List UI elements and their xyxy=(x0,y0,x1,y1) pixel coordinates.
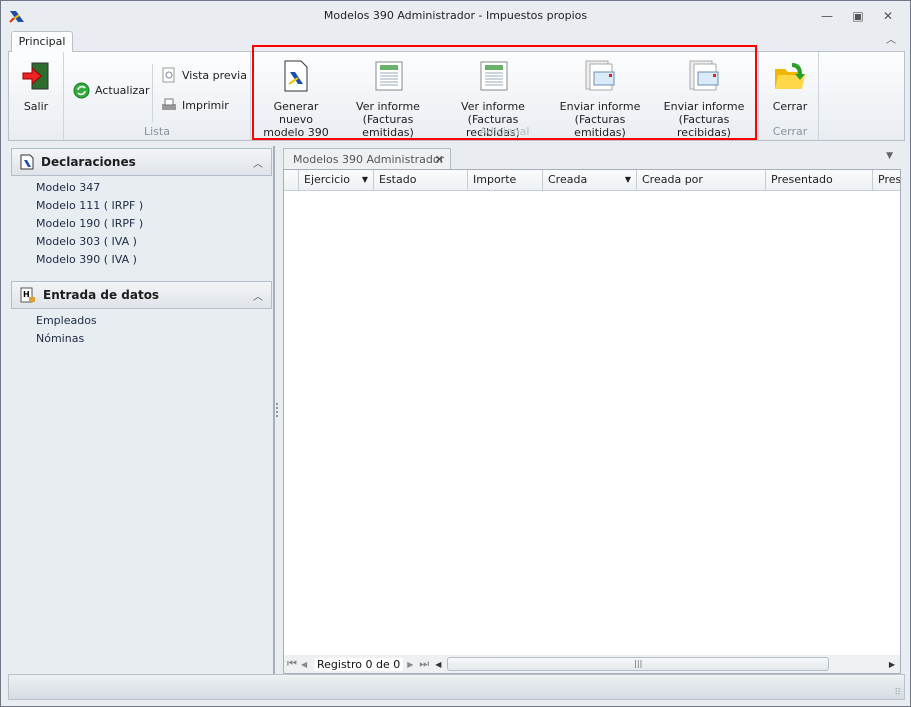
nav-item-nominas[interactable]: Nóminas xyxy=(36,332,84,345)
nav-item-modelo-190[interactable]: Modelo 190 ( IRPF ) xyxy=(36,217,143,230)
spreadsheet-icon xyxy=(477,60,509,92)
document-area: Modelos 390 Administrador ✕ ▼ Ejercicio ▼ … xyxy=(283,146,901,674)
enviar-emitidas-line1: Enviar informe xyxy=(559,100,641,113)
salir-button[interactable]: Salir xyxy=(13,58,59,113)
vista-previa-button[interactable]: Vista previa xyxy=(161,67,247,83)
chevron-up-icon[interactable]: ︿ xyxy=(253,288,263,303)
column-header-creada[interactable]: Creada ▼ xyxy=(543,170,637,190)
close-tab-icon[interactable]: ✕ xyxy=(435,149,444,170)
ver-emitidas-line1: Ver informe xyxy=(356,100,420,113)
navigation-panel: Declaraciones ︿ Modelo 347 Modelo 111 ( I… xyxy=(9,146,273,674)
tab-modelos-390[interactable]: Modelos 390 Administrador ✕ xyxy=(283,148,451,170)
minimize-button[interactable]: — xyxy=(817,7,837,25)
group-declaraciones-header[interactable]: Declaraciones ︿ xyxy=(11,148,272,176)
nav-item-empleados[interactable]: Empleados xyxy=(36,314,97,327)
scroll-left-icon[interactable]: ◀ xyxy=(435,660,447,669)
close-button[interactable]: ✕ xyxy=(878,7,898,25)
status-bar: ⠿ xyxy=(8,674,905,700)
ver-recibidas-line1: Ver informe xyxy=(461,100,525,113)
scroll-right-icon[interactable]: ▶ xyxy=(889,660,895,669)
column-header-estado[interactable]: Estado xyxy=(374,170,468,190)
horizontal-scrollbar-thumb[interactable]: ||| xyxy=(447,657,830,671)
document-logo-icon xyxy=(280,60,312,92)
nav-item-modelo-111[interactable]: Modelo 111 ( IRPF ) xyxy=(36,199,143,212)
actualizar-button[interactable]: Actualizar xyxy=(73,82,150,99)
app-logo-icon xyxy=(9,11,24,23)
last-record-icon[interactable]: ⏭ xyxy=(419,657,435,671)
record-counter: Registro 0 de 0 xyxy=(314,657,404,671)
preview-icon xyxy=(162,67,175,83)
imprimir-button[interactable]: Imprimir xyxy=(161,97,229,113)
exit-door-icon xyxy=(20,60,52,92)
spreadsheet-icon xyxy=(372,60,404,92)
nav-item-modelo-303[interactable]: Modelo 303 ( IVA ) xyxy=(36,235,137,248)
sort-dropdown-icon[interactable]: ▼ xyxy=(625,170,631,190)
column-header-ejercicio[interactable]: Ejercicio ▼ xyxy=(299,170,374,190)
prev-record-icon[interactable]: ◀ xyxy=(301,660,314,669)
cerrar-label: Cerrar xyxy=(772,100,808,113)
divider xyxy=(152,64,153,122)
tab-label: Modelos 390 Administrador xyxy=(293,153,445,166)
printer-icon xyxy=(162,98,176,110)
splitter[interactable] xyxy=(273,146,275,674)
group-salir: Salir xyxy=(9,52,64,140)
group-adicional: Generar nuevo modelo 390 Ver informe (Fact… xyxy=(251,52,759,140)
tab-principal[interactable]: Principal xyxy=(11,31,73,52)
actualizar-label: Actualizar xyxy=(95,84,150,97)
send-mail-icon xyxy=(688,60,720,92)
column-header-presentado[interactable]: Presentado xyxy=(766,170,873,190)
first-record-icon[interactable]: ⏮ xyxy=(287,657,301,671)
nav-item-modelo-390[interactable]: Modelo 390 ( IVA ) xyxy=(36,253,137,266)
salir-label: Salir xyxy=(23,100,49,113)
lista-group-label: Lista xyxy=(144,125,170,138)
chevron-up-icon[interactable]: ︿ xyxy=(253,155,263,170)
col-label: Creada xyxy=(548,173,588,186)
document-logo-icon xyxy=(20,154,34,170)
group-lista: Actualizar Vista previa Imprimir Lista xyxy=(64,52,251,140)
group-title: Entrada de datos xyxy=(43,288,160,302)
data-entry-icon: H xyxy=(20,287,35,303)
row-indicator-header xyxy=(284,170,299,190)
cerrar-group-label: Cerrar xyxy=(772,125,808,138)
ribbon: Salir Actualizar Vista previa Imprimir L… xyxy=(8,51,905,141)
grid-navigator: ⏮ ◀ Registro 0 de 0 ▶ ⏭ ◀ ||| ▶ xyxy=(284,655,900,673)
group-title: Declaraciones xyxy=(41,155,136,169)
svg-text:H: H xyxy=(23,290,30,299)
window-title: Modelos 390 Administrador - Impuestos pr… xyxy=(323,9,588,22)
column-header-truncated[interactable]: Prese xyxy=(873,170,900,190)
data-grid: Ejercicio ▼ Estado Importe Creada ▼ Creada… xyxy=(283,169,901,674)
generar-line1: Generar nuevo xyxy=(273,100,319,126)
column-header-importe[interactable]: Importe xyxy=(468,170,543,190)
tab-menu-icon[interactable]: ▼ xyxy=(886,151,893,161)
resize-grip-icon[interactable]: ⠿ xyxy=(894,688,901,698)
col-label: Ejercicio xyxy=(304,173,350,186)
folder-arrow-icon xyxy=(774,60,806,92)
enviar-recibidas-line1: Enviar informe xyxy=(663,100,745,113)
cerrar-button[interactable]: Cerrar xyxy=(767,58,813,113)
app-window: Modelos 390 Administrador - Impuestos pr… xyxy=(0,0,911,707)
vista-previa-label: Vista previa xyxy=(182,68,247,82)
send-mail-icon xyxy=(584,60,616,92)
sort-dropdown-icon[interactable]: ▼ xyxy=(362,170,368,190)
adicional-group-label: Adicional xyxy=(479,125,530,138)
title-bar: Modelos 390 Administrador - Impuestos pr… xyxy=(1,1,910,31)
refresh-icon xyxy=(73,82,90,99)
nav-item-modelo-347[interactable]: Modelo 347 xyxy=(36,181,100,194)
group-cerrar: Cerrar Cerrar xyxy=(762,52,819,140)
column-header-creada-por[interactable]: Creada por xyxy=(637,170,766,190)
collapse-ribbon-button[interactable]: ︿ xyxy=(881,32,901,50)
splitter-grip-icon[interactable] xyxy=(276,403,278,417)
next-record-icon[interactable]: ▶ xyxy=(407,660,419,669)
imprimir-label: Imprimir xyxy=(182,98,229,112)
restore-button[interactable]: ▣ xyxy=(848,7,868,25)
grid-header: Ejercicio ▼ Estado Importe Creada ▼ Creada… xyxy=(284,170,900,191)
group-entrada-datos-header[interactable]: H Entrada de datos ︿ xyxy=(11,281,272,309)
